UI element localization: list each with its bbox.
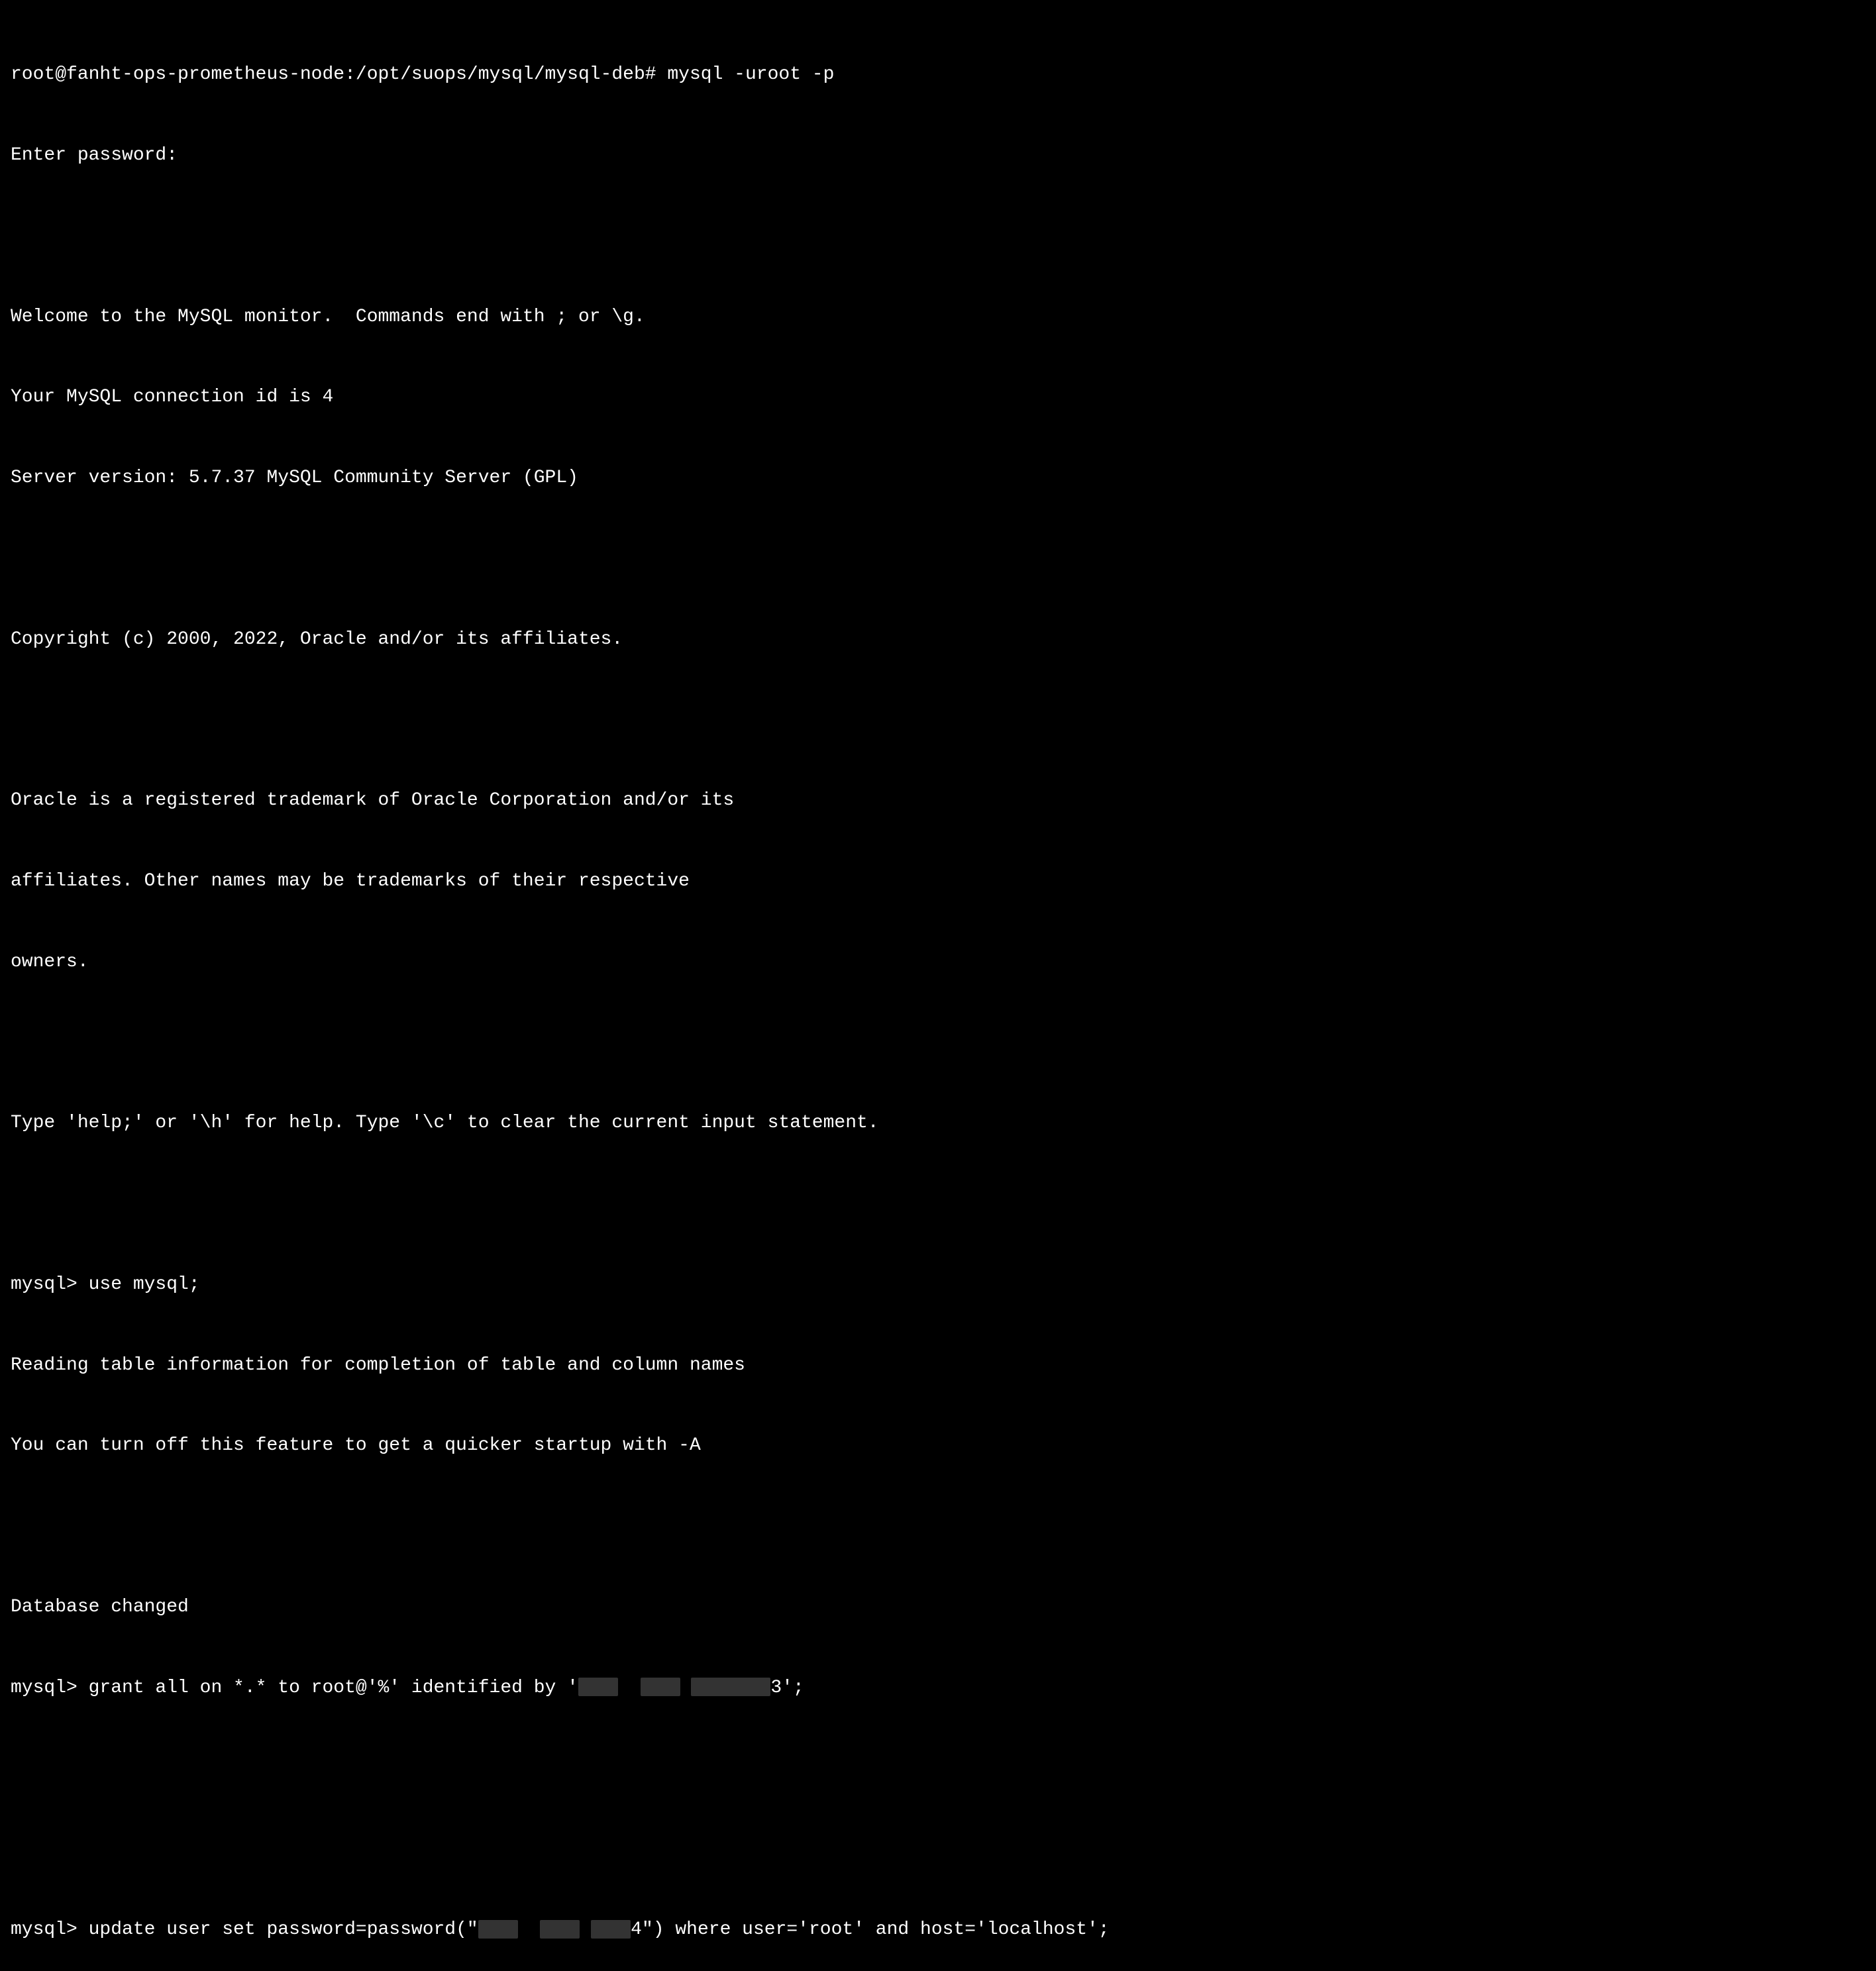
blank-line-3 (11, 707, 1865, 734)
terminal: root@fanht-ops-prometheus-node:/opt/suop… (11, 8, 1865, 1971)
redacted-password-1: . (578, 1678, 618, 1696)
help-hint-line: Type 'help;' or '\h' for help. Type '\c'… (11, 1110, 1865, 1137)
blank-line-5 (11, 1191, 1865, 1218)
redacted-password-2 (641, 1678, 680, 1696)
use-mysql-line: mysql> use mysql; (11, 1272, 1865, 1299)
blank-line-7 (11, 1836, 1865, 1863)
redacted-update-pw-1 (478, 1920, 518, 1939)
redacted-update-pw-3 (591, 1920, 631, 1939)
cmd-prompt-line: root@fanht-ops-prometheus-node:/opt/suop… (11, 62, 1865, 89)
blank-line-1 (11, 223, 1865, 250)
turn-off-line: You can turn off this feature to get a q… (11, 1433, 1865, 1460)
redacted-password-3 (691, 1678, 770, 1696)
blank-line-2 (11, 546, 1865, 573)
blank-line-6 (11, 1513, 1865, 1541)
grant-cmd-line: mysql> grant all on *.* to root@'%' iden… (11, 1675, 1865, 1702)
connection-id-line: Your MySQL connection id is 4 (11, 384, 1865, 411)
copyright-line: Copyright (c) 2000, 2022, Oracle and/or … (11, 627, 1865, 654)
server-version-line: Server version: 5.7.37 MySQL Community S… (11, 465, 1865, 492)
redacted-update-pw-2 (540, 1920, 580, 1939)
db-changed-line: Database changed (11, 1594, 1865, 1621)
blank-line-4 (11, 1030, 1865, 1057)
welcome-line: Welcome to the MySQL monitor. Commands e… (11, 304, 1865, 331)
oracle-line-3: owners. (11, 949, 1865, 976)
oracle-line-2: affiliates. Other names may be trademark… (11, 868, 1865, 895)
enter-password-line: Enter password: (11, 142, 1865, 170)
update-cmd-line: mysql> update user set password=password… (11, 1917, 1865, 1944)
grant-ok-line (11, 1756, 1865, 1783)
reading-table-line: Reading table information for completion… (11, 1352, 1865, 1380)
redacted-space (618, 1678, 641, 1698)
oracle-line-1: Oracle is a registered trademark of Orac… (11, 787, 1865, 815)
